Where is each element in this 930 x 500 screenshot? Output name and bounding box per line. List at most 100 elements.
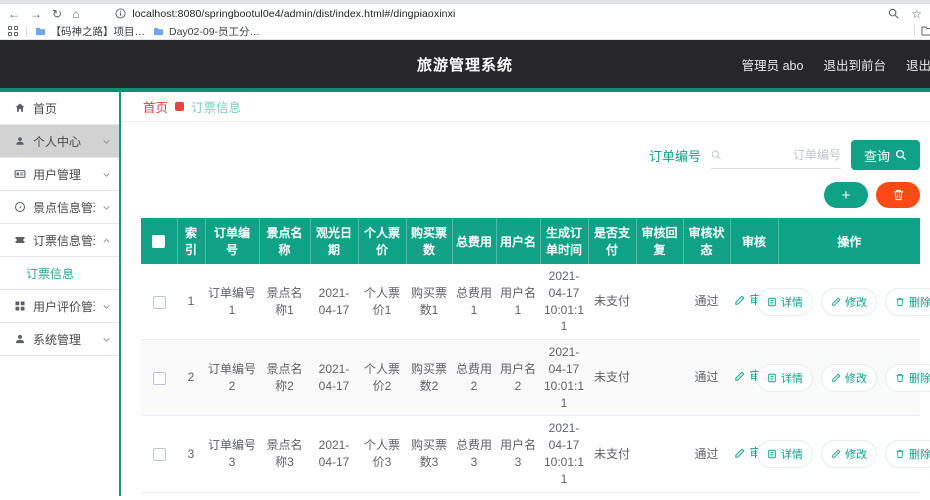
edit-button[interactable]: 修改 [821,440,877,468]
detail-button[interactable]: 详情 [757,288,813,316]
sidebar: 首页 个人中心 用户管理 景点信息管理 订票信息管理 订票信息 用户评价管理 [0,92,121,496]
column-header: 购买票数 [406,218,452,264]
table-row: 2 订单编号2 景点名称2 2021-04-17 个人票价2 购买票数2 总费用… [141,340,920,416]
document-icon [767,373,777,383]
document-icon [767,449,777,459]
order-no-input[interactable] [726,148,841,162]
cell-username: 用户名1 [496,264,540,340]
cell-created-time: 2021-04-17 10:01:11 [540,416,588,492]
cell-created-time: 2021-04-17 10:01:11 [540,340,588,416]
bookmark-star-icon[interactable]: ☆ [911,8,922,20]
document-icon [767,297,777,307]
sidebar-subitem-ticket-info[interactable]: 订票信息 [0,257,119,290]
cell-ticket-count: 购买票数3 [406,416,452,492]
cell-order-no: 订单编号4 [205,492,259,496]
exit-to-front-link[interactable]: 退出到前台 [823,55,886,74]
breadcrumb: 首页 订票信息 [121,92,930,122]
current-user: 管理员 abo [742,55,804,74]
cell-index: 3 [177,416,205,492]
select-all-checkbox[interactable] [152,235,165,248]
breadcrumb-current: 订票信息 [191,97,241,116]
cell-audit-reply [636,340,683,416]
delete-button[interactable]: 删除 [885,440,930,468]
breadcrumb-home-link[interactable]: 首页 [143,97,168,116]
column-header: 订单编号 [205,218,259,264]
reload-icon[interactable]: ↻ [52,8,62,20]
cell-ticket-count: 购买票数4 [406,492,452,496]
zoom-icon[interactable] [888,8,899,19]
search-box [711,141,841,169]
cell-audit-status: 通过 [683,416,730,492]
cell-created-time: 2021-04-17 10:01:11 [540,492,588,496]
cell-order-no: 订单编号1 [205,264,259,340]
detail-button[interactable]: 详情 [757,364,813,392]
row-checkbox[interactable] [153,296,166,309]
bookmark-item[interactable]: 【码神之路】项目… [35,24,146,39]
folder-icon [35,27,46,36]
url-text[interactable]: localhost:8080/springbootul0e4/admin/dis… [132,8,455,20]
cell-audit-status: 通过 [683,492,730,496]
chevron-down-icon [102,170,111,179]
delete-button[interactable]: 删除 [885,288,930,316]
forward-icon[interactable]: → [30,8,42,20]
cell-scenic-name: 景点名称3 [259,416,310,492]
orders-table: 索引订单编号景点名称观光日期个人票价购买票数总费用用户名生成订单时间是否支付审核… [141,218,920,496]
back-icon[interactable]: ← [8,8,20,20]
select-all-header [141,218,177,264]
sidebar-item-personal-center[interactable]: 个人中心 [0,125,119,158]
cell-index: 2 [177,340,205,416]
bookmark-item[interactable]: Day02-09-员工分… [153,24,260,39]
edit-button[interactable]: 修改 [821,364,877,392]
cell-pay-status: 未支付 [588,340,636,416]
edit-button[interactable]: 修改 [821,288,877,316]
cell-order-no: 订单编号2 [205,340,259,416]
cell-username: 用户名2 [496,340,540,416]
add-button[interactable]: + [824,182,868,208]
users-icon [14,168,26,180]
user-icon [14,135,26,147]
sidebar-item-user-review[interactable]: 用户评价管理 [0,290,119,323]
divider [26,26,27,37]
sidebar-item-home[interactable]: 首页 [0,92,119,125]
logout-link[interactable]: 退出登录 [906,55,930,74]
bookmarks-bar: 【码神之路】项目… Day02-09-员工分… [0,23,930,39]
cell-pay-status: 未支付 [588,492,636,496]
cell-created-time: 2021-04-17 10:01:11 [540,264,588,340]
folder-icon[interactable] [921,26,930,36]
sidebar-item-user-management[interactable]: 用户管理 [0,158,119,191]
column-header: 索引 [177,218,205,264]
cell-pay-status: 未支付 [588,416,636,492]
url-bar[interactable]: localhost:8080/springbootul0e4/admin/dis… [89,6,878,22]
row-checkbox[interactable] [153,448,166,461]
column-header: 观光日期 [310,218,358,264]
home-icon[interactable]: ⌂ [72,8,79,20]
trash-icon [895,297,905,307]
cell-username: 用户名4 [496,492,540,496]
cell-visit-date: 2021-04-17 [310,264,358,340]
trash-icon [895,373,905,383]
compass-icon [14,201,26,213]
delete-button[interactable]: 删除 [885,364,930,392]
table-row: 1 订单编号1 景点名称1 2021-04-17 个人票价1 购买票数1 总费用… [141,264,920,340]
sidebar-item-ticket-info[interactable]: 订票信息管理 [0,224,119,257]
cell-pay-status: 未支付 [588,264,636,340]
batch-delete-button[interactable] [876,182,920,208]
sidebar-item-scenic-info[interactable]: 景点信息管理 [0,191,119,224]
ticket-icon [14,234,26,246]
search-field-label: 订单编号 [649,146,701,165]
cell-ticket-count: 购买票数1 [406,264,452,340]
cell-scenic-name: 景点名称2 [259,340,310,416]
home-icon [14,102,26,114]
cell-audit-reply [636,492,683,496]
apps-grid-icon[interactable] [8,26,18,36]
row-checkbox[interactable] [153,372,166,385]
site-info-icon[interactable] [115,8,126,19]
cell-price: 个人票价2 [358,340,406,416]
main-content: 首页 订票信息 订单编号 查询 + [121,92,930,496]
pencil-icon [734,295,745,306]
row-actions: 详情修改删除 [781,440,917,468]
detail-button[interactable]: 详情 [757,440,813,468]
query-button[interactable]: 查询 [851,140,920,170]
pencil-icon [831,373,841,383]
sidebar-item-system[interactable]: 系统管理 [0,323,119,356]
